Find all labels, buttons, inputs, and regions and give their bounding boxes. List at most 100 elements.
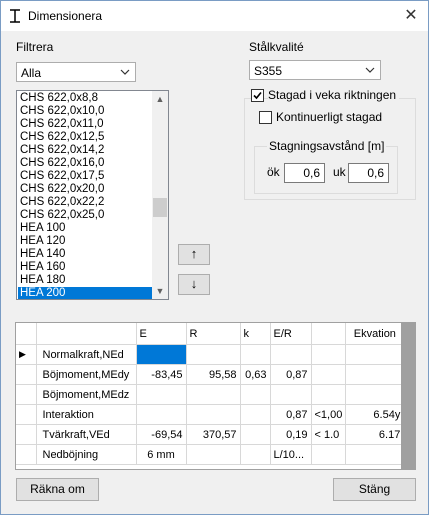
grid-cell[interactable]: 6 mm [136, 444, 187, 465]
grid-cell[interactable] [311, 444, 347, 465]
grid-row[interactable]: Nedböjning 6 mm L/10... [16, 444, 405, 465]
row-header-cell[interactable]: ▶ [16, 344, 37, 365]
profile-list-item[interactable]: CHS 622,0x11,0 [18, 118, 152, 131]
row-header-cell[interactable] [16, 424, 37, 445]
grid-cell[interactable]: 0,19 [270, 424, 312, 445]
profile-list-items: CHS 622,0x8,8 CHS 622,0x10,0 CHS 622,0x11,… [18, 92, 152, 299]
grid-row-label: Nedböjning [36, 444, 137, 465]
move-down-button[interactable]: ↓ [178, 274, 210, 295]
profile-list-item[interactable]: HEA 140 [18, 248, 152, 261]
kontinuerligt-checkbox[interactable] [259, 111, 272, 124]
grid-cell[interactable]: 0,87 [270, 364, 312, 385]
row-header-cell[interactable] [16, 444, 37, 465]
profile-list-item[interactable]: CHS 622,0x12,5 [18, 131, 152, 144]
recalc-button[interactable]: Räkna om [16, 478, 99, 501]
filter-label: Filtrera [16, 40, 54, 54]
grid-header-cell: E/R [270, 323, 312, 345]
grid-cell[interactable]: -83,45 [136, 364, 187, 385]
steel-quality-label: Stålkvalité [249, 40, 304, 54]
grid-cell[interactable] [136, 404, 187, 425]
grid-cell[interactable]: 0,63 [240, 364, 271, 385]
grid-cell[interactable] [240, 344, 271, 365]
dimension-icon [10, 9, 20, 23]
grid-cell[interactable] [240, 384, 271, 405]
grid-cell[interactable] [186, 444, 241, 465]
profile-list-item[interactable]: HEA 120 [18, 235, 152, 248]
move-up-button[interactable]: ↑ [178, 244, 210, 265]
profile-list-item[interactable]: HEA 100 [18, 222, 152, 235]
stagad-checkbox[interactable] [251, 89, 264, 102]
scroll-thumb[interactable] [153, 198, 167, 217]
uk-input[interactable]: 0,6 [348, 163, 389, 183]
grid-cell[interactable]: 0,87 [270, 404, 312, 425]
grid-cell[interactable] [345, 384, 405, 405]
profile-list-item[interactable]: HEA 200 [18, 287, 152, 299]
grid-header-cell: R [186, 323, 241, 345]
results-grid[interactable]: E Rk E/R Ekvation ▶ Normalkraft,NEd Böjmoment,… [15, 322, 416, 470]
profile-list-scrollbar[interactable]: ▲ ▼ [152, 91, 168, 299]
grid-cell[interactable] [345, 444, 405, 465]
grid-cell[interactable]: <1,00 [311, 404, 347, 425]
grid-cell[interactable]: 6.17 [345, 424, 405, 445]
grid-cell[interactable] [270, 344, 312, 365]
grid-cell[interactable] [345, 344, 405, 365]
grid-row[interactable]: Böjmoment,MEdy -83,45 95,58 0,63 0,87 [16, 364, 405, 385]
profile-list-item[interactable]: CHS 622,0x25,0 [18, 209, 152, 222]
grid-cell[interactable] [136, 344, 187, 365]
profile-list-item[interactable]: HEA 160 [18, 261, 152, 274]
grid-right-scroll-area [401, 323, 415, 469]
grid-cell[interactable] [311, 364, 347, 385]
row-header-cell[interactable] [16, 404, 37, 425]
steel-quality-value: S355 [254, 64, 283, 78]
grid-cell[interactable]: 6.54y [345, 404, 405, 425]
grid-header-cell [311, 323, 347, 345]
ok-input[interactable]: 0,6 [284, 163, 325, 183]
grid-cell[interactable] [240, 444, 271, 465]
grid-cell[interactable] [270, 384, 312, 405]
profile-list-item[interactable]: CHS 622,0x20,0 [18, 183, 152, 196]
grid-cell[interactable]: -69,54 [136, 424, 187, 445]
profile-list[interactable]: CHS 622,0x8,8 CHS 622,0x10,0 CHS 622,0x11,… [16, 90, 169, 300]
grid-cell[interactable]: L/10... [270, 444, 312, 465]
grid-cell[interactable] [311, 344, 347, 365]
grid-cell[interactable] [186, 344, 241, 365]
close-icon[interactable]: ✕ [394, 1, 428, 31]
grid-cell[interactable] [186, 404, 241, 425]
profile-list-item[interactable]: CHS 622,0x14,2 [18, 144, 152, 157]
grid-cell[interactable]: < 1.0 [311, 424, 347, 445]
grid-cell[interactable] [240, 404, 271, 425]
profile-list-item[interactable]: CHS 622,0x17,5 [18, 170, 152, 183]
profile-list-item[interactable]: HEA 180 [18, 274, 152, 287]
scroll-up-icon[interactable]: ▲ [152, 91, 168, 107]
grid-cell[interactable] [186, 384, 241, 405]
scroll-down-icon[interactable]: ▼ [152, 283, 168, 299]
grid-cell[interactable] [240, 424, 271, 445]
grid-row-label: Böjmoment,MEdy [36, 364, 137, 385]
grid-header-cell [36, 323, 137, 345]
profile-list-item[interactable]: CHS 622,0x10,0 [18, 105, 152, 118]
grid-row-label: Böjmoment,MEdz [36, 384, 137, 405]
current-row-icon: ▶ [19, 349, 26, 359]
checkmark-icon [253, 91, 262, 100]
chevron-down-icon [120, 69, 130, 75]
grid-row[interactable]: Tvärkraft,VEd -69,54 370,57 0,19 < 1.0 6.17 [16, 424, 405, 445]
row-header-cell[interactable] [16, 364, 37, 385]
profile-list-item[interactable]: CHS 622,0x8,8 [18, 92, 152, 105]
grid-row[interactable]: Interaktion 0,87 <1,00 6.54y [16, 404, 405, 425]
grid-cell[interactable]: 370,57 [186, 424, 241, 445]
profile-list-item[interactable]: CHS 622,0x22,2 [18, 196, 152, 209]
grid-cell[interactable] [136, 384, 187, 405]
steel-quality-dropdown[interactable]: S355 [249, 60, 381, 80]
grid-cell[interactable] [345, 364, 405, 385]
grid-cell[interactable] [311, 384, 347, 405]
profile-list-item[interactable]: CHS 622,0x16,0 [18, 157, 152, 170]
results-table: E Rk E/R Ekvation ▶ Normalkraft,NEd Böjmoment,… [16, 323, 405, 465]
grid-header-cell [16, 323, 37, 345]
row-header-cell[interactable] [16, 384, 37, 405]
kontinuerligt-label: Kontinuerligt stagad [276, 110, 383, 124]
grid-cell[interactable]: 95,58 [186, 364, 241, 385]
grid-row[interactable]: ▶ Normalkraft,NEd [16, 344, 405, 365]
grid-row[interactable]: Böjmoment,MEdz [16, 384, 405, 405]
filter-dropdown[interactable]: Alla [16, 62, 136, 82]
close-button[interactable]: Stäng [333, 478, 416, 501]
